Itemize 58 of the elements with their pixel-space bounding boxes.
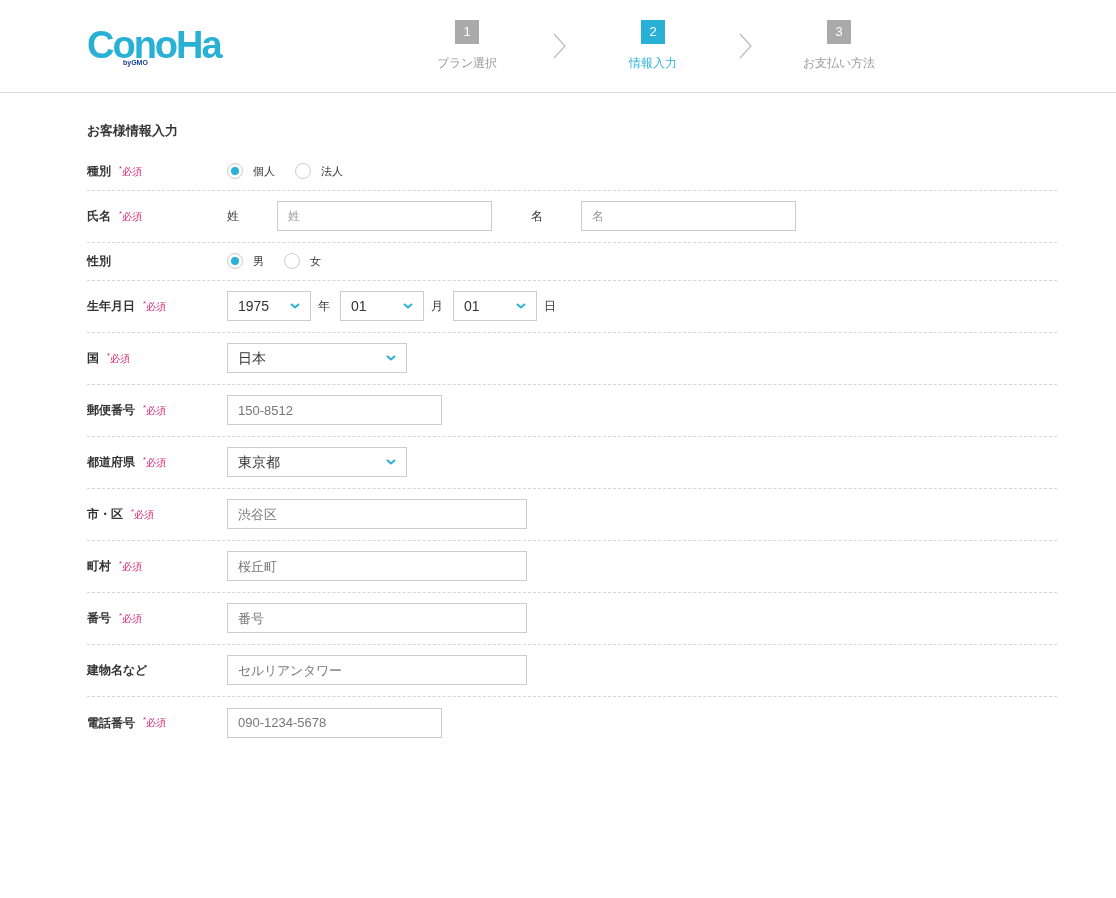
required-tag: $^{*}$必須: [131, 506, 154, 522]
input-field[interactable]: 090-1234-5678: [227, 707, 442, 738]
step-number: 1: [455, 20, 479, 44]
step-label: プラン選択: [437, 55, 497, 72]
required-tag: $^{*}$必須: [143, 715, 166, 730]
chevron-down-icon: [386, 459, 396, 465]
chevron-right-icon: [739, 33, 753, 59]
required-tag: $^{*}$必須: [143, 454, 166, 470]
radio-option[interactable]: 女: [284, 252, 321, 270]
radio-option[interactable]: 個人: [227, 162, 275, 180]
select-field[interactable]: 日本: [227, 343, 407, 373]
required-tag: $^{*}$必須: [143, 402, 166, 418]
field-label: 姓: [227, 208, 240, 225]
input-field[interactable]: 150-8512: [227, 395, 442, 425]
row-label: 電話番号: [87, 714, 135, 732]
date-unit: 年: [318, 298, 330, 315]
row-label: 都道府県: [87, 454, 135, 471]
step-number: 2: [641, 20, 665, 44]
chevron-down-icon: [290, 303, 300, 309]
input-field[interactable]: 名: [581, 201, 796, 231]
required-tag: $^{*}$必須: [119, 610, 142, 626]
row-label: 生年月日: [87, 298, 135, 315]
row-label: 種別: [87, 163, 111, 180]
row-label: 郵便番号: [87, 402, 135, 419]
row-label: 町村: [87, 558, 111, 575]
date-unit: 月: [431, 298, 443, 315]
radio-option[interactable]: 法人: [295, 162, 343, 180]
radio-option[interactable]: 男: [227, 252, 264, 270]
required-tag: $^{*}$必須: [119, 208, 142, 224]
chevron-down-icon: [516, 303, 526, 309]
required-tag: $^{*}$必須: [119, 558, 142, 574]
select-field[interactable]: 01: [340, 291, 424, 321]
row-label: 国: [87, 350, 99, 367]
row-label: 氏名: [87, 208, 111, 225]
select-field[interactable]: 01: [453, 291, 537, 321]
input-field[interactable]: 姓: [277, 201, 492, 231]
step-label: お支払い方法: [803, 55, 875, 72]
section-title: お客様情報入力: [87, 122, 179, 140]
input-field[interactable]: 渋谷区: [227, 499, 527, 529]
row-label: 市・区: [87, 506, 123, 523]
date-unit: 日: [544, 298, 556, 315]
required-tag: $^{*}$必須: [143, 298, 166, 314]
input-field[interactable]: セルリアンタワー: [227, 655, 527, 685]
select-field[interactable]: 1975: [227, 291, 311, 321]
field-label: 名: [531, 208, 544, 225]
row-label: 建物名など: [87, 662, 147, 679]
chevron-down-icon: [386, 355, 396, 361]
chevron-right-icon: [553, 33, 567, 59]
required-tag: $^{*}$必須: [119, 163, 142, 179]
step-label: 情報入力: [629, 55, 677, 72]
select-field[interactable]: 東京都: [227, 447, 407, 477]
step-number: 3: [827, 20, 851, 44]
row-label: 性別: [87, 253, 111, 270]
input-field[interactable]: 桜丘町: [227, 551, 527, 581]
chevron-down-icon: [403, 303, 413, 309]
input-field[interactable]: 番号: [227, 603, 527, 633]
required-tag: $^{*}$必須: [107, 350, 130, 366]
row-label: 番号: [87, 610, 111, 627]
